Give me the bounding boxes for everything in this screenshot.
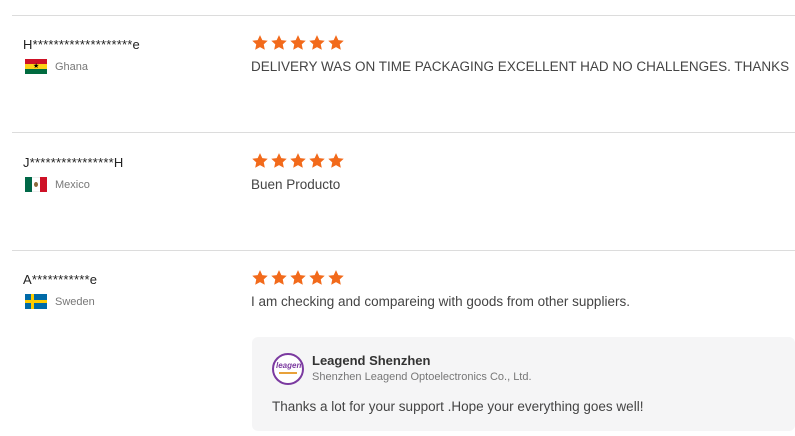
seller-logo-text: leagend <box>276 361 304 370</box>
sweden-flag-icon <box>25 294 47 309</box>
reviewer-name: H*******************e <box>23 37 140 52</box>
reply-text: Thanks a lot for your support .Hope your… <box>272 399 644 414</box>
seller-logo: leagend <box>272 353 304 385</box>
star-icon <box>308 269 326 287</box>
review-divider <box>12 132 795 133</box>
star-icon <box>327 152 345 170</box>
star-icon <box>308 34 326 52</box>
star-icon <box>289 34 307 52</box>
star-icon <box>251 269 269 287</box>
star-icon <box>251 152 269 170</box>
ghana-flag-icon: ★ <box>25 59 47 74</box>
review-text: I am checking and compareing with goods … <box>251 294 630 309</box>
rating-stars <box>251 152 346 170</box>
seller-name: Leagend Shenzhen <box>312 353 431 368</box>
seller-reply: leagend Leagend Shenzhen Shenzhen Leagen… <box>252 337 795 431</box>
review-divider <box>12 250 795 251</box>
country-name: Ghana <box>55 60 89 73</box>
mexico-flag-icon <box>25 177 47 192</box>
reviewer-country: Mexico <box>25 177 90 192</box>
country-name: Sweden <box>55 295 95 308</box>
star-icon <box>327 34 345 52</box>
review-text: Buen Producto <box>251 177 341 192</box>
star-icon <box>270 152 288 170</box>
reviewer-name: A***********e <box>23 272 98 287</box>
reviewer-country: Sweden <box>25 294 95 309</box>
reviewer-name: J****************H <box>23 155 124 170</box>
rating-stars <box>251 269 346 287</box>
review-text: DELIVERY WAS ON TIME PACKAGING EXCELLENT… <box>251 59 790 74</box>
top-divider <box>12 15 795 16</box>
star-icon <box>289 269 307 287</box>
star-icon <box>289 152 307 170</box>
country-name: Mexico <box>55 178 90 191</box>
star-icon <box>270 34 288 52</box>
star-icon <box>308 152 326 170</box>
star-icon <box>327 269 345 287</box>
reviewer-country: ★ Ghana <box>25 59 88 74</box>
star-icon <box>270 269 288 287</box>
seller-company: Shenzhen Leagend Optoelectronics Co., Lt… <box>312 371 532 383</box>
rating-stars <box>251 34 346 52</box>
star-icon <box>251 34 269 52</box>
